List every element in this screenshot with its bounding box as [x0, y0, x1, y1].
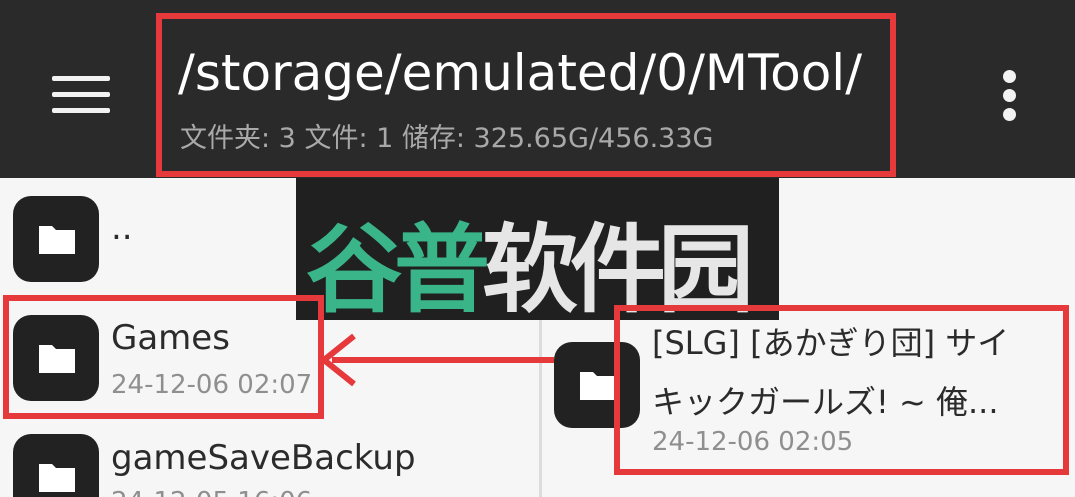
watermark-logo: 谷普软件园 — [296, 178, 779, 326]
slg-highlight-box — [614, 305, 1069, 475]
path-highlight-box — [156, 13, 896, 177]
folder-icon — [13, 434, 99, 497]
folder-icon — [13, 196, 99, 282]
watermark-green-text: 谷普 — [306, 214, 490, 326]
arrow-icon — [319, 333, 554, 387]
file-manager-screen: /storage/emulated/0/MTool/ 文件夹: 3 文件: 1 … — [0, 0, 1075, 497]
overflow-menu-icon[interactable] — [1000, 70, 1020, 122]
item-name: gameSaveBackup — [111, 438, 416, 478]
games-highlight-box — [3, 295, 324, 419]
item-date: 24-12-05 16:06 — [111, 487, 312, 497]
menu-icon[interactable] — [52, 76, 110, 114]
item-name: .. — [111, 208, 133, 248]
